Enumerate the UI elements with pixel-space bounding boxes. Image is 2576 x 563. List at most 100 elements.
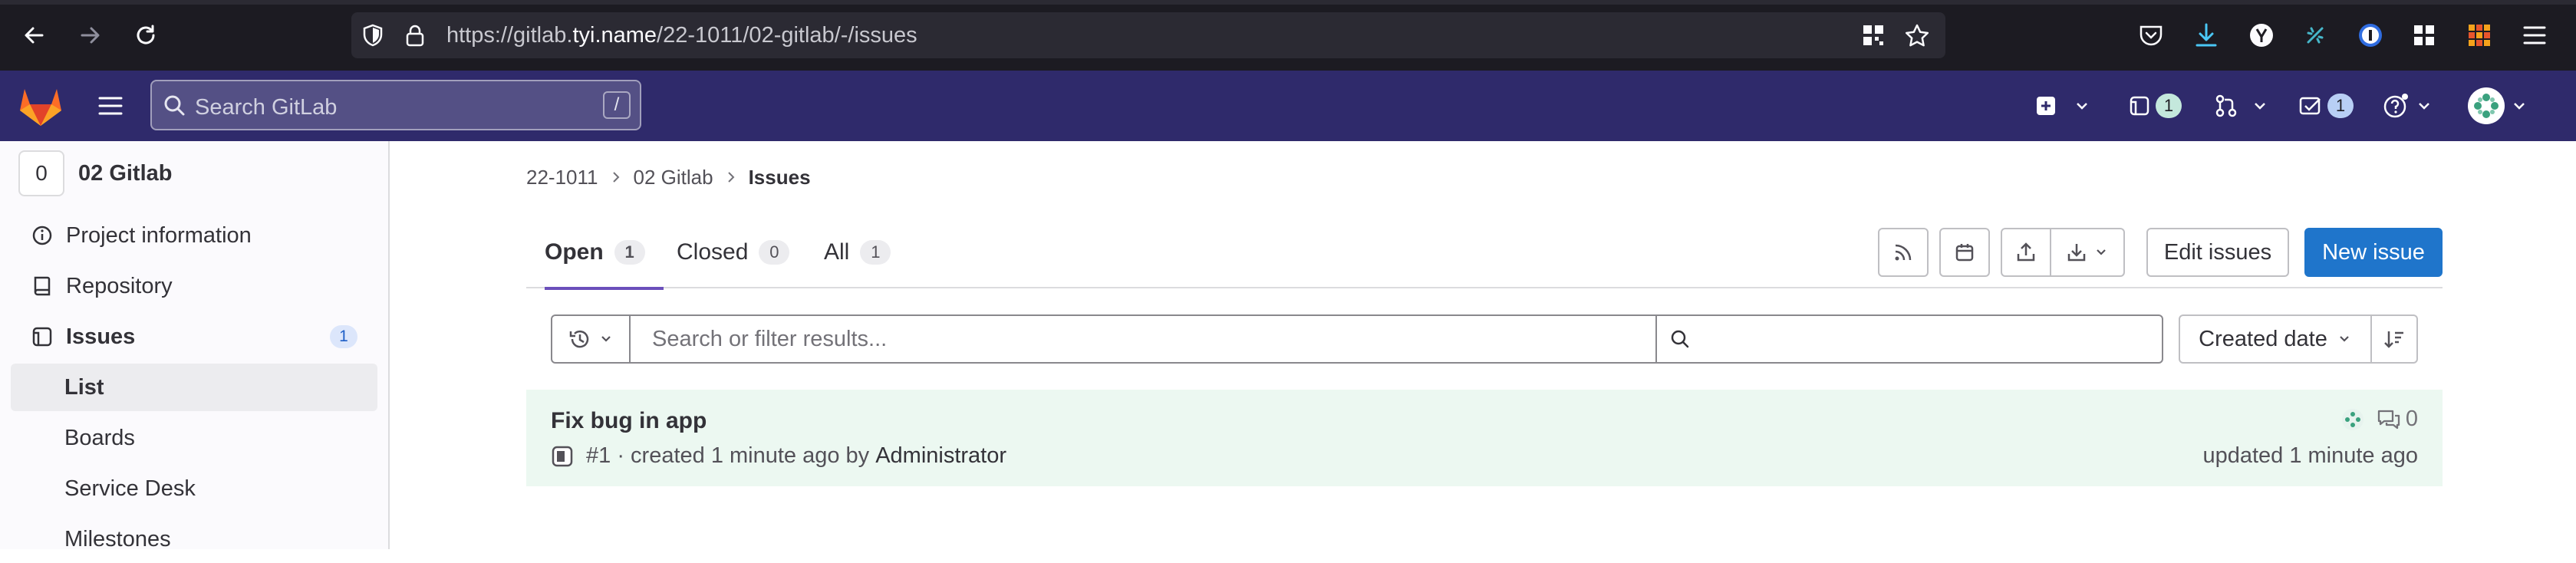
tab-all[interactable]: All 1 (824, 216, 891, 288)
chevron-down-icon (2097, 249, 2106, 255)
export-button[interactable] (2001, 228, 2051, 277)
filter-submit-button[interactable] (1655, 316, 1703, 362)
extension-sparkle-icon[interactable] (2297, 17, 2334, 54)
todo-check-icon (2299, 97, 2321, 115)
tab-strip-edge (0, 0, 2576, 5)
assigned-issues-button[interactable]: 1 (2128, 86, 2182, 126)
chevron-right-icon (726, 170, 736, 184)
download-icon[interactable] (2188, 17, 2225, 54)
forward-icon[interactable] (74, 18, 107, 52)
chevron-down-icon (2419, 103, 2429, 110)
sidebar-item-repository[interactable]: Repository (11, 262, 377, 310)
import-dropdown[interactable] (2050, 228, 2125, 277)
qr-code-icon[interactable] (1861, 23, 1886, 48)
todos-button[interactable]: 1 (2298, 86, 2354, 126)
history-icon (569, 330, 589, 348)
filter-search-input[interactable]: Search or filter results... (652, 327, 887, 352)
chevron-down-icon (2255, 103, 2265, 110)
sidebar-item-project-information[interactable]: Project information (11, 212, 377, 259)
avatar (2468, 87, 2505, 124)
sidebar-item-boards[interactable]: Boards (11, 414, 377, 462)
browser-toolbar: https://gitlab.tyi.name/22-1011/02-gitla… (0, 0, 2576, 71)
project-sidebar: 0 02 Gitlab Project information Reposito… (0, 141, 390, 551)
sidebar-item-milestones[interactable]: Milestones (11, 515, 377, 563)
assignee-avatar[interactable] (2341, 408, 2364, 431)
gitlab-logo-icon[interactable] (18, 86, 63, 127)
user-menu-dropdown[interactable] (2467, 86, 2528, 126)
rss-icon (1895, 244, 1912, 261)
password-manager-icon[interactable] (2352, 17, 2389, 54)
calendar-subscribe-button[interactable] (1939, 228, 1990, 277)
issue-updated: updated 1 minute ago (2202, 443, 2418, 468)
issue-reference[interactable]: #1 (586, 443, 611, 469)
lock-icon[interactable] (404, 23, 427, 48)
tab-count: 1 (614, 240, 645, 265)
tab-count: 0 (759, 240, 790, 265)
rss-button[interactable] (1878, 228, 1929, 277)
reload-icon[interactable] (129, 18, 163, 52)
sidebar-item-label: Issues (66, 324, 136, 349)
create-new-dropdown[interactable] (2034, 86, 2091, 126)
sidebar-item-label: Project information (66, 222, 252, 248)
extensions-puzzle-icon[interactable] (2406, 17, 2443, 54)
calendar-icon (1955, 244, 1974, 262)
tab-closed[interactable]: Closed 0 (677, 216, 790, 288)
issues-icon (2130, 96, 2149, 116)
search-icon (163, 94, 186, 117)
breadcrumb-current[interactable]: Issues (749, 166, 811, 189)
issue-state-tabs: Open 1 Closed 0 All 1 Edit issues New is… (526, 216, 2443, 290)
sidebar-item-list[interactable]: List (11, 364, 377, 411)
sort-direction-button[interactable] (2370, 314, 2418, 364)
back-icon[interactable] (17, 18, 51, 52)
project-name[interactable]: 02 Gitlab (78, 161, 173, 186)
menu-icon[interactable] (2516, 17, 2553, 54)
apps-grid-icon[interactable] (2461, 17, 2498, 54)
url-text[interactable]: https://gitlab.tyi.name/22-1011/02-gitla… (446, 23, 917, 48)
bookmark-star-icon[interactable] (1904, 23, 1930, 48)
sidebar-item-issues[interactable]: Issues 1 (11, 313, 377, 361)
tab-label: All (824, 239, 850, 265)
issues-icon (31, 326, 54, 347)
todos-count-badge: 1 (2327, 94, 2354, 118)
breadcrumb: 22-1011 02 Gitlab Issues (526, 164, 811, 190)
edit-issues-button[interactable]: Edit issues (2146, 228, 2289, 277)
chevron-down-icon (2340, 336, 2349, 342)
recent-searches-dropdown[interactable] (552, 316, 631, 362)
hamburger-menu-icon[interactable] (94, 91, 127, 121)
address-bar[interactable]: https://gitlab.tyi.name/22-1011/02-gitla… (351, 12, 1945, 58)
pocket-icon[interactable] (2133, 17, 2169, 54)
search-shortcut-hint: / (603, 91, 631, 119)
comments-icon (2377, 410, 2400, 429)
new-issue-button[interactable]: New issue (2304, 228, 2443, 277)
issue-meta: #1 · created 1 minute ago by Administrat… (551, 443, 1006, 469)
tracking-protection-icon[interactable] (361, 23, 385, 48)
help-icon (2383, 94, 2408, 118)
breadcrumb-project[interactable]: 02 Gitlab (634, 166, 713, 189)
yandex-extension-icon[interactable] (2243, 17, 2280, 54)
gitlab-top-nav: Search GitLab / 1 1 (0, 71, 2576, 141)
search-placeholder: Search GitLab (195, 95, 338, 120)
issue-comments[interactable]: 0 (2377, 407, 2418, 432)
sort-by-dropdown[interactable]: Created date (2179, 314, 2372, 364)
tab-count: 1 (860, 240, 891, 265)
info-icon (31, 225, 54, 246)
issue-title[interactable]: Fix bug in app (551, 408, 707, 434)
project-avatar[interactable]: 0 (18, 150, 64, 196)
sidebar-item-service-desk[interactable]: Service Desk (11, 465, 377, 512)
tab-open[interactable]: Open 1 (545, 216, 664, 290)
import-icon (2067, 244, 2086, 262)
issue-filter-bar: Search or filter results... (551, 314, 2163, 364)
tab-label: Open (545, 239, 604, 265)
issue-author[interactable]: Administrator (875, 443, 1006, 469)
list-item[interactable]: Fix bug in app #1 · created 1 minute ago… (526, 390, 2443, 486)
help-dropdown[interactable] (2383, 86, 2433, 126)
export-icon (2017, 242, 2035, 262)
issues-count-badge: 1 (2156, 94, 2182, 118)
merge-requests-dropdown[interactable] (2214, 86, 2269, 126)
breadcrumb-group[interactable]: 22-1011 (526, 166, 598, 189)
chevron-down-icon (601, 336, 611, 342)
merge-request-icon (2215, 94, 2237, 117)
issue-created-text: · created 1 minute ago by (611, 443, 870, 468)
sort-lowest-icon (2384, 331, 2403, 348)
gitlab-search[interactable]: Search GitLab / (150, 80, 641, 130)
